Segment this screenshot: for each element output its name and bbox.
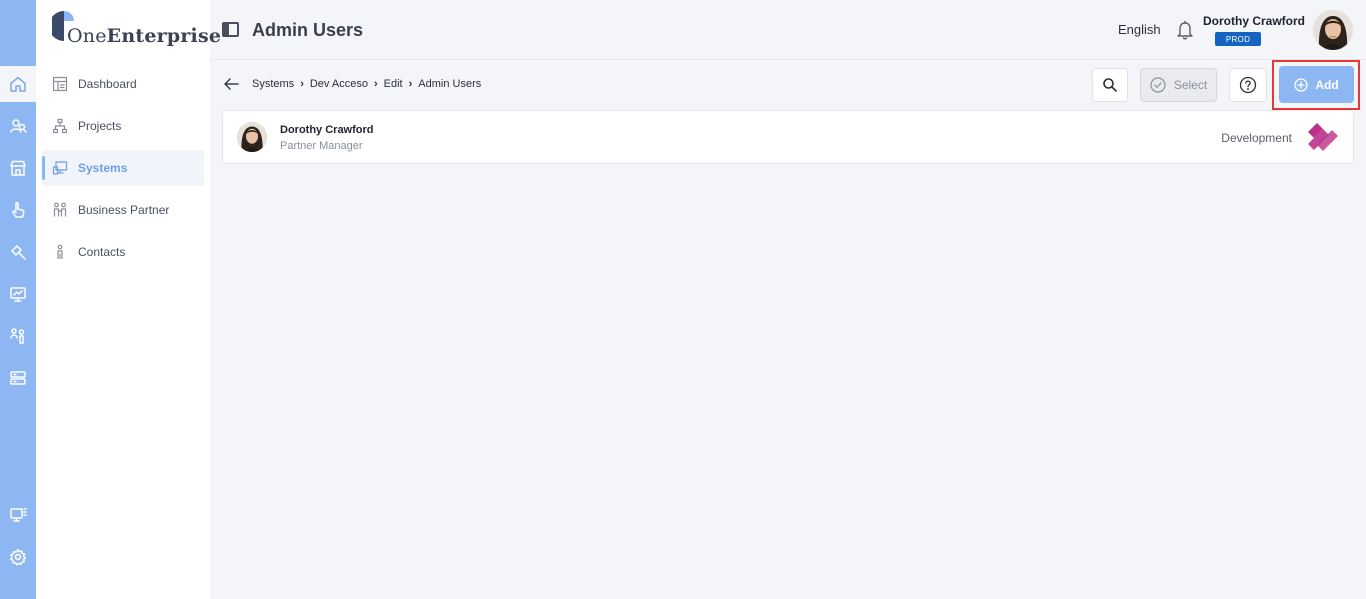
rail-server[interactable] (0, 360, 36, 396)
check-circle-icon (1150, 77, 1166, 93)
person-icon (52, 244, 68, 260)
search-button[interactable] (1092, 68, 1128, 102)
help-icon (1239, 76, 1257, 94)
hierarchy-icon (52, 118, 68, 134)
hand-pointer-icon (12, 202, 25, 218)
sidebar-item-dashboard[interactable]: Dashboard (42, 66, 204, 102)
add-button-label: Add (1315, 77, 1339, 92)
sidebar-item-systems[interactable]: Systems (42, 150, 204, 186)
rail-people[interactable] (0, 318, 36, 354)
gear-icon (10, 548, 27, 566)
language-selector[interactable]: English (1118, 22, 1161, 37)
page-title: Admin Users (252, 20, 364, 40)
environment-logo-icon (1308, 123, 1338, 151)
hammer-icon (11, 245, 26, 260)
env-badge: PROD (1215, 32, 1261, 46)
icon-rail (0, 0, 36, 599)
rail-users[interactable] (0, 108, 36, 144)
home-icon (10, 76, 26, 92)
add-button[interactable]: Add (1279, 66, 1354, 103)
avatar (237, 122, 267, 152)
rail-settings[interactable] (0, 539, 36, 575)
rail-monitor[interactable] (0, 276, 36, 312)
sidebar-nav: Dashboard Projects Systems Business Part… (42, 66, 204, 276)
monitor-chart-icon (10, 287, 26, 302)
chevron-right-icon: › (408, 78, 413, 90)
rail-store[interactable] (0, 150, 36, 186)
breadcrumb-dev-acceso[interactable]: Dev Acceso (310, 78, 368, 90)
chevron-right-icon: › (300, 78, 304, 90)
rail-touch[interactable] (0, 192, 36, 228)
plus-circle-icon (1294, 77, 1308, 92)
partner-icon (52, 202, 68, 218)
store-icon (10, 160, 26, 176)
row-user-role: Partner Manager (280, 140, 363, 152)
people-icon (10, 328, 25, 344)
sidebar-item-label: Dashboard (78, 77, 137, 91)
select-button-label: Select (1173, 78, 1208, 92)
users-icon (10, 119, 27, 133)
rail-tools[interactable] (0, 234, 36, 270)
sidebar-item-business-partner[interactable]: Business Partner (42, 192, 204, 228)
rail-home[interactable] (0, 66, 36, 102)
logo-text-one: One (67, 25, 107, 47)
avatar-portrait-icon (1313, 10, 1353, 50)
breadcrumb-edit[interactable]: Edit (384, 78, 403, 90)
sidebar-item-contacts[interactable]: Contacts (42, 234, 204, 270)
server-icon (10, 371, 26, 385)
notification-bell-icon[interactable] (1176, 20, 1194, 40)
back-arrow-icon[interactable] (222, 76, 240, 92)
dashboard-icon (52, 76, 68, 92)
chevron-right-icon: › (373, 78, 378, 90)
sidebar-item-projects[interactable]: Projects (42, 108, 204, 144)
sidebar: OneEnterprise Dashboard Projects Systems… (36, 0, 221, 599)
user-name: Dorothy Crawford (1203, 14, 1305, 28)
display-grid-icon (10, 508, 27, 522)
row-environment: Development (1221, 131, 1292, 145)
list-item[interactable]: Dorothy Crawford Partner Manager Develop… (222, 110, 1354, 164)
top-header: Admin Users English Dorothy Crawford PRO… (210, 0, 1366, 60)
select-button[interactable]: Select (1140, 68, 1217, 102)
logo-text-enterprise: Enterprise (106, 25, 222, 47)
user-avatar[interactable] (1313, 10, 1353, 50)
sidebar-item-label: Contacts (78, 245, 126, 259)
breadcrumb-admin-users: Admin Users (418, 78, 482, 90)
breadcrumb-systems[interactable]: Systems (252, 78, 294, 90)
row-user-name: Dorothy Crawford (280, 124, 374, 136)
systems-icon (52, 160, 68, 176)
help-button[interactable] (1229, 68, 1267, 102)
breadcrumb: Systems › Dev Acceso › Edit › Admin User… (252, 78, 481, 90)
search-icon (1103, 78, 1117, 92)
rail-display[interactable] (0, 497, 36, 533)
avatar-portrait-icon (237, 122, 267, 152)
sidebar-item-label: Projects (78, 119, 122, 133)
sidebar-toggle-icon[interactable] (222, 22, 239, 37)
sidebar-item-label: Systems (78, 161, 128, 175)
logo-text: OneEnterprise (67, 25, 221, 47)
sidebar-item-label: Business Partner (78, 203, 170, 217)
